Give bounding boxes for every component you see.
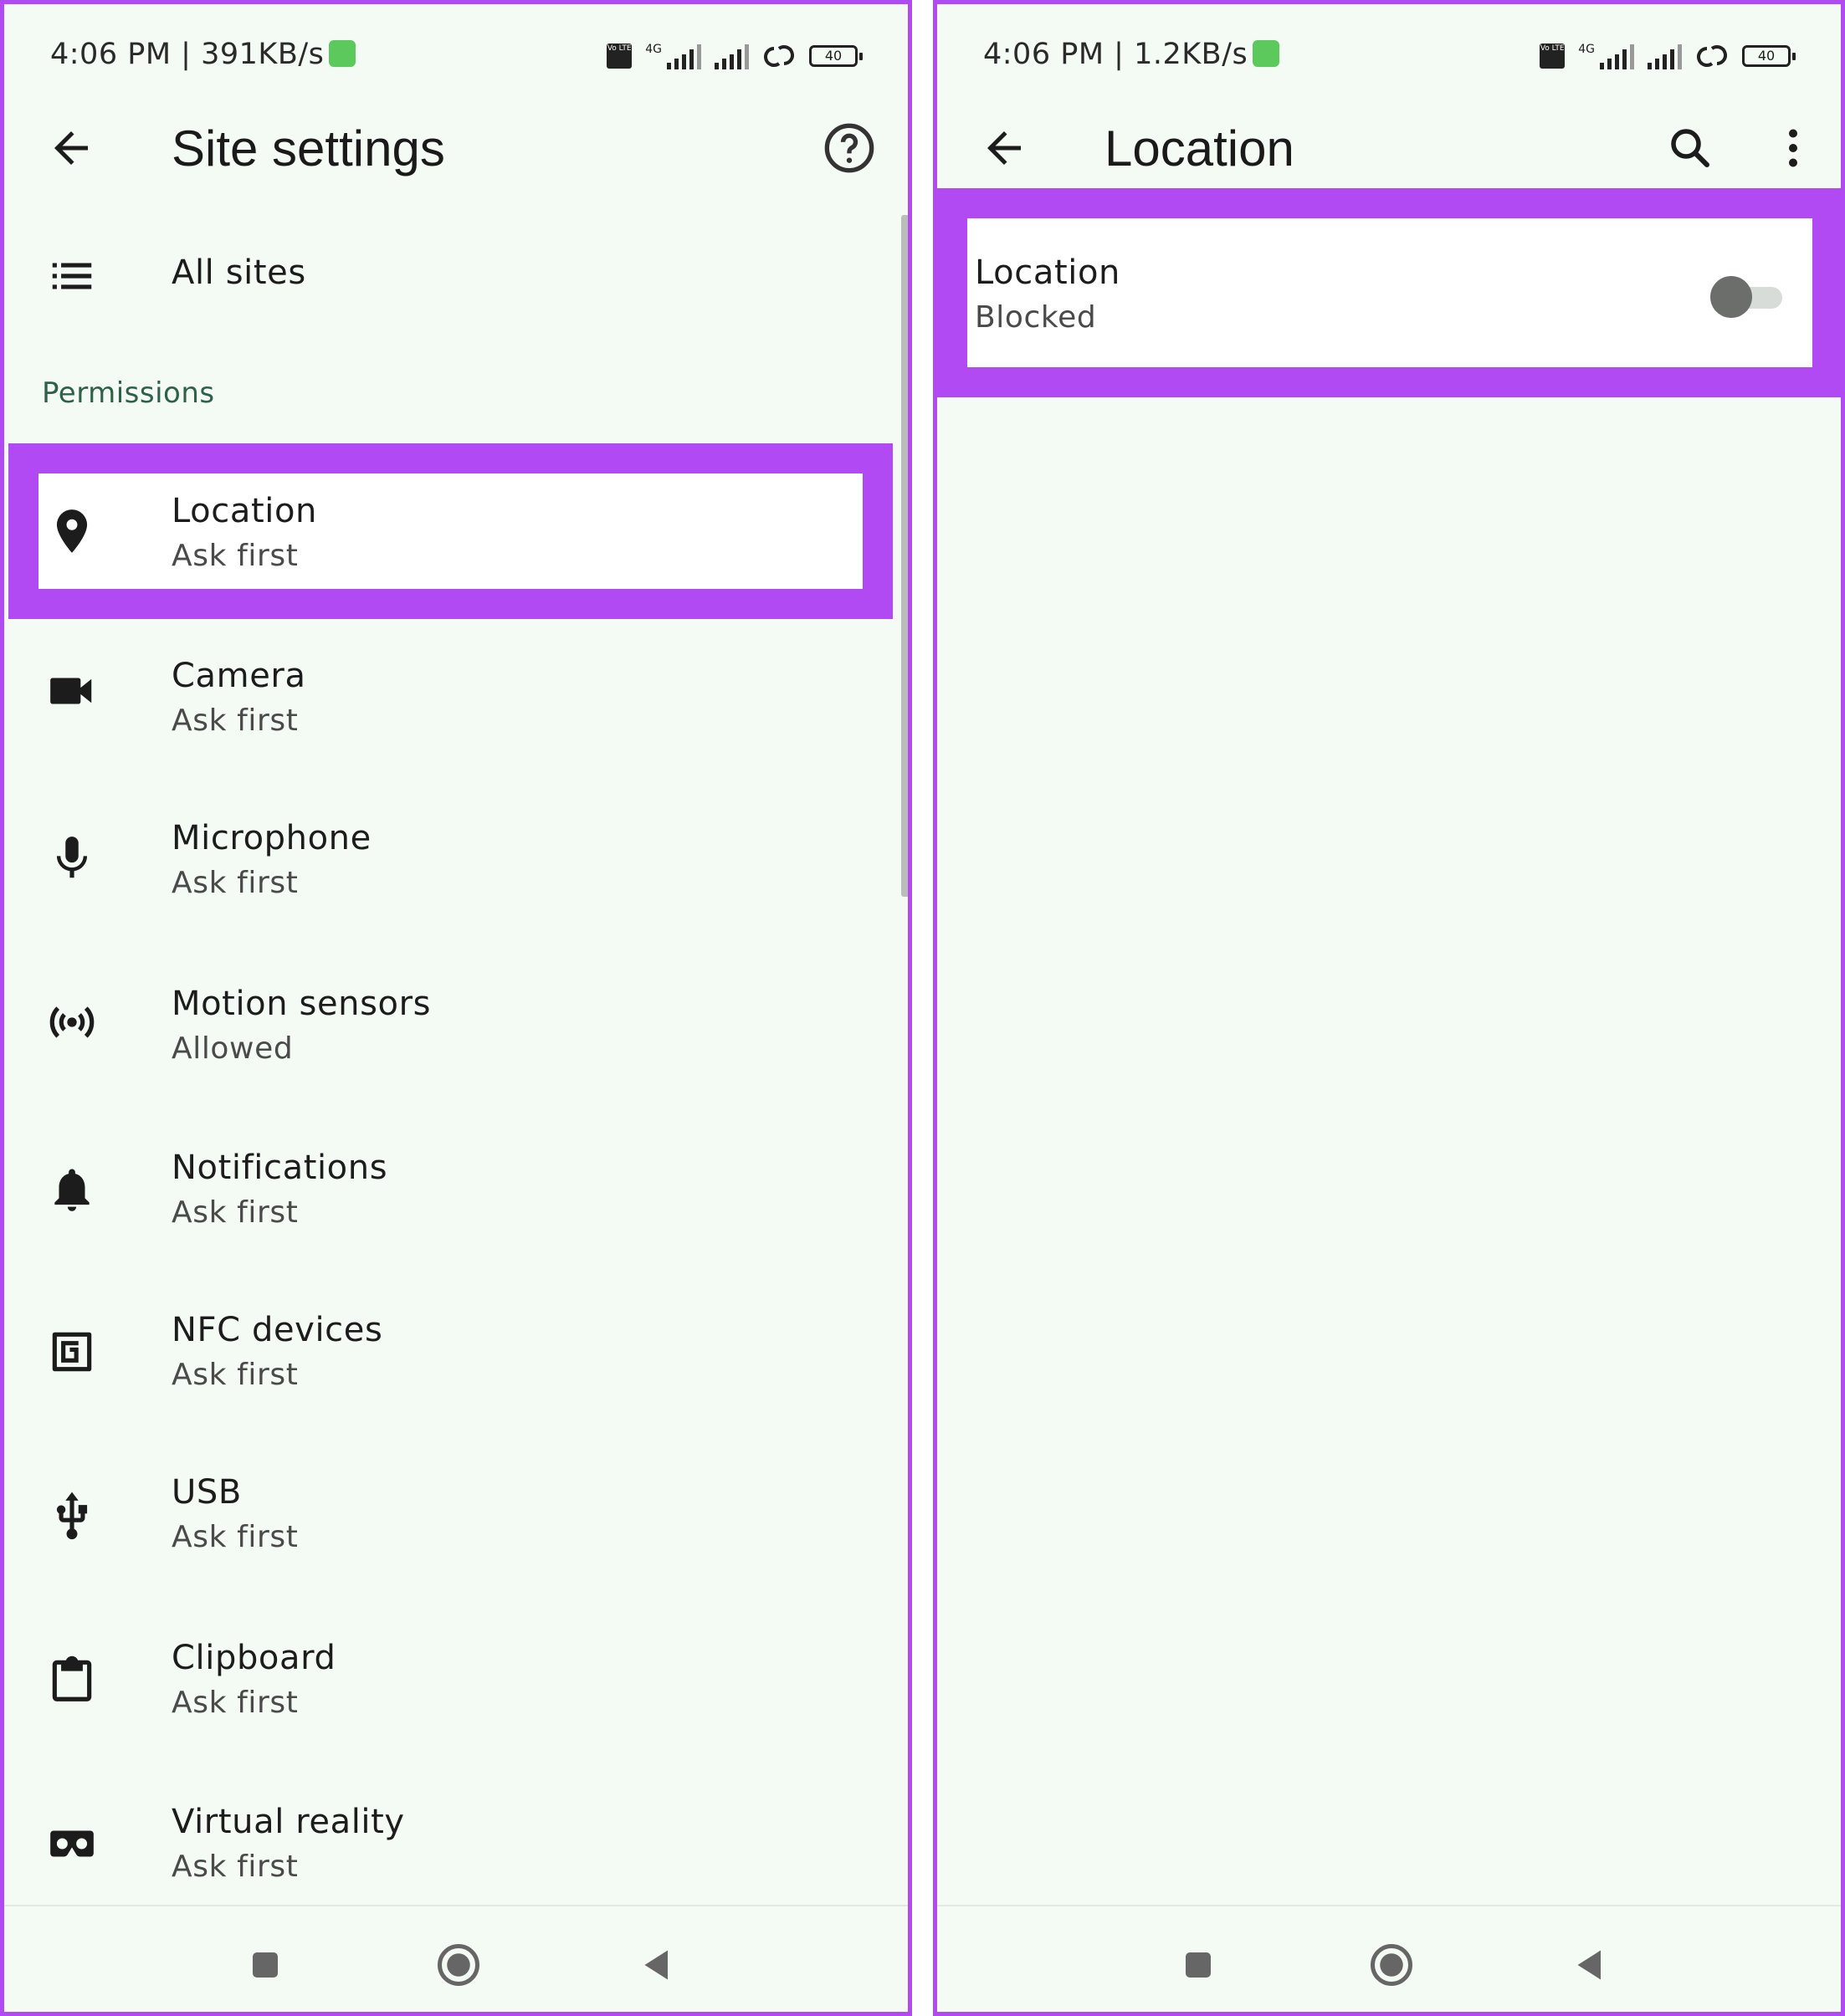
more-options-icon[interactable] (1781, 123, 1806, 173)
permission-item-location[interactable]: Location Ask first (4, 468, 908, 594)
back-arrow-icon[interactable] (46, 123, 96, 173)
permission-label: Motion sensors (172, 985, 432, 1023)
permission-status: Ask first (172, 539, 299, 573)
clipboard-icon (52, 1655, 92, 1701)
permission-item-camera[interactable]: Camera Ask first (4, 632, 908, 757)
permission-item-usb[interactable]: USB Ask first (4, 1451, 908, 1577)
usb-icon (56, 1492, 88, 1540)
signal-icon (1648, 43, 1682, 69)
scrollbar[interactable] (901, 215, 908, 897)
permission-status: Ask first (172, 1850, 299, 1884)
permission-item-motion-sensors[interactable]: Motion sensors Allowed (4, 959, 908, 1085)
permission-status: Ask first (172, 1520, 299, 1554)
status-time: 4:06 PM | 391KB/s (50, 38, 356, 71)
camera-icon (50, 678, 92, 704)
all-sites-label: All sites (172, 253, 306, 292)
permission-label: Camera (172, 657, 306, 695)
location-setting-row[interactable]: Location Blocked (937, 230, 1841, 356)
signal-icon (715, 43, 749, 69)
permission-status: Ask first (172, 866, 299, 900)
microphone-icon (56, 837, 88, 878)
location-settings-screen: 4:06 PM | 1.2KB/s Vo LTE 4G 40 Location … (933, 0, 1845, 2016)
network-type-label: 4G (1578, 43, 1595, 56)
permission-status: Allowed (172, 1031, 294, 1066)
permission-item-clipboard[interactable]: Clipboard Ask first (4, 1615, 908, 1741)
permission-item-microphone[interactable]: Microphone Ask first (4, 796, 908, 921)
status-bar: 4:06 PM | 1.2KB/s Vo LTE 4G 40 (937, 29, 1841, 88)
location-pin-icon (56, 509, 88, 553)
location-toggle[interactable] (1710, 276, 1782, 318)
back-triangle-icon[interactable] (1563, 1940, 1613, 1990)
permission-status: Ask first (172, 704, 299, 738)
app-notification-icon (329, 40, 356, 67)
signal-4g-icon: 4G (1578, 43, 1634, 69)
permissions-section-header: Permissions (42, 376, 215, 410)
permission-label: Microphone (172, 819, 372, 857)
permission-status: Ask first (172, 1686, 299, 1720)
hotspot-link-icon (1697, 45, 1727, 67)
permission-status: Ask first (172, 1195, 299, 1230)
page-title: Location (1104, 120, 1294, 177)
search-icon[interactable] (1665, 123, 1715, 173)
setting-label: Location (975, 253, 1120, 292)
app-bar: Location (937, 105, 1841, 197)
system-nav-bar (937, 1905, 1841, 2012)
volte-icon: Vo LTE (607, 43, 633, 69)
bell-icon (54, 1169, 90, 1211)
status-time: 4:06 PM | 1.2KB/s (983, 38, 1280, 71)
permission-label: Location (172, 492, 317, 530)
status-icons: Vo LTE 4G 40 (607, 39, 863, 73)
permission-label: USB (172, 1473, 242, 1512)
volte-icon: Vo LTE (1540, 43, 1566, 69)
all-sites-item[interactable]: All sites (4, 213, 908, 339)
page-title: Site settings (172, 120, 445, 177)
network-type-label: 4G (645, 43, 662, 56)
permission-label: NFC devices (172, 1311, 383, 1349)
app-notification-icon (1253, 40, 1280, 67)
back-arrow-icon[interactable] (979, 123, 1029, 173)
app-bar: Site settings (4, 105, 908, 197)
vr-headset-icon (50, 1830, 94, 1857)
status-time-text: 4:06 PM | 391KB/s (50, 38, 325, 71)
motion-sensors-icon (49, 1006, 95, 1038)
site-settings-screen: 4:06 PM | 391KB/s Vo LTE 4G 40 Site sett… (0, 0, 912, 2016)
nfc-icon (52, 1332, 92, 1372)
permission-item-notifications[interactable]: Notifications Ask first (4, 1123, 908, 1249)
system-nav-bar (4, 1905, 908, 2012)
permission-label: Clipboard (172, 1639, 336, 1677)
status-icons: Vo LTE 4G 40 (1540, 39, 1796, 73)
permission-status: Ask first (172, 1358, 299, 1392)
battery-icon: 40 (809, 45, 863, 67)
status-bar: 4:06 PM | 391KB/s Vo LTE 4G 40 (4, 29, 908, 88)
hotspot-link-icon (764, 45, 794, 67)
list-icon (52, 263, 92, 289)
permission-label: Notifications (172, 1149, 388, 1187)
home-circle-icon[interactable] (433, 1940, 484, 1990)
setting-status: Blocked (975, 300, 1097, 335)
toggle-thumb (1710, 276, 1752, 318)
permission-item-nfc[interactable]: NFC devices Ask first (4, 1287, 908, 1413)
recents-square-icon[interactable] (240, 1940, 290, 1990)
help-icon[interactable] (823, 121, 876, 175)
back-triangle-icon[interactable] (630, 1940, 680, 1990)
signal-4g-icon: 4G (645, 43, 701, 69)
status-time-text: 4:06 PM | 1.2KB/s (983, 38, 1248, 71)
battery-icon: 40 (1742, 45, 1796, 67)
permission-label: Virtual reality (172, 1803, 405, 1841)
permission-item-virtual-reality[interactable]: Virtual reality Ask first (4, 1779, 908, 1905)
recents-square-icon[interactable] (1173, 1940, 1223, 1990)
home-circle-icon[interactable] (1366, 1940, 1417, 1990)
